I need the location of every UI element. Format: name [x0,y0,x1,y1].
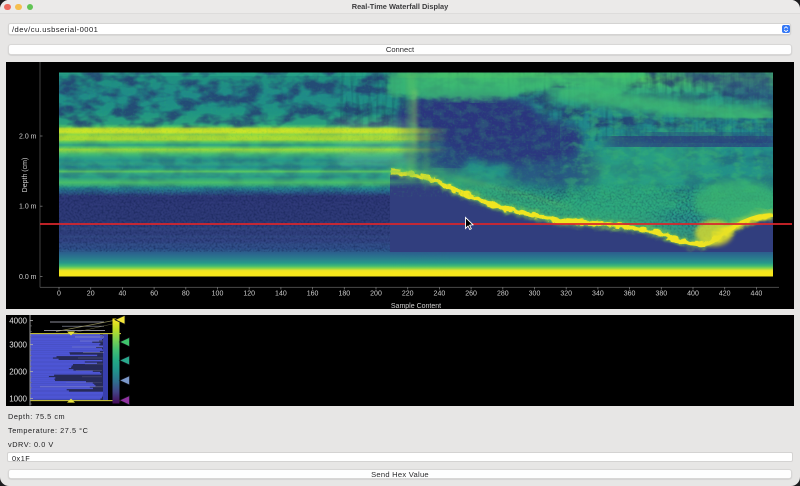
svg-text:160: 160 [307,291,319,298]
svg-text:420: 420 [719,291,731,298]
svg-text:1.0 m: 1.0 m [19,204,37,211]
svg-text:220: 220 [402,291,414,298]
svg-text:4000: 4000 [9,317,27,326]
svg-text:200: 200 [370,291,382,298]
svg-text:2.0 m: 2.0 m [19,134,37,141]
svg-text:400: 400 [687,291,699,298]
svg-text:0.0 m: 0.0 m [19,274,37,281]
svg-text:240: 240 [434,291,446,298]
svg-text:20: 20 [87,291,95,298]
svg-text:340: 340 [592,291,604,298]
svg-text:80: 80 [182,291,190,298]
svg-text:280: 280 [497,291,509,298]
svg-text:Sample Content: Sample Content [391,303,441,309]
svg-text:60: 60 [150,291,158,298]
svg-text:140: 140 [275,291,287,298]
svg-text:260: 260 [465,291,477,298]
svg-text:0: 0 [57,291,61,298]
svg-text:380: 380 [655,291,667,298]
svg-text:320: 320 [560,291,572,298]
svg-text:440: 440 [751,291,763,298]
svg-text:3000: 3000 [9,341,27,350]
svg-text:300: 300 [529,291,541,298]
svg-text:100: 100 [212,291,224,298]
svg-text:2000: 2000 [9,368,27,377]
svg-text:120: 120 [243,291,255,298]
svg-text:Depth (cm): Depth (cm) [22,158,29,193]
svg-text:40: 40 [119,291,127,298]
svg-text:360: 360 [624,291,636,298]
svg-text:1000: 1000 [9,395,27,404]
svg-text:180: 180 [338,291,350,298]
